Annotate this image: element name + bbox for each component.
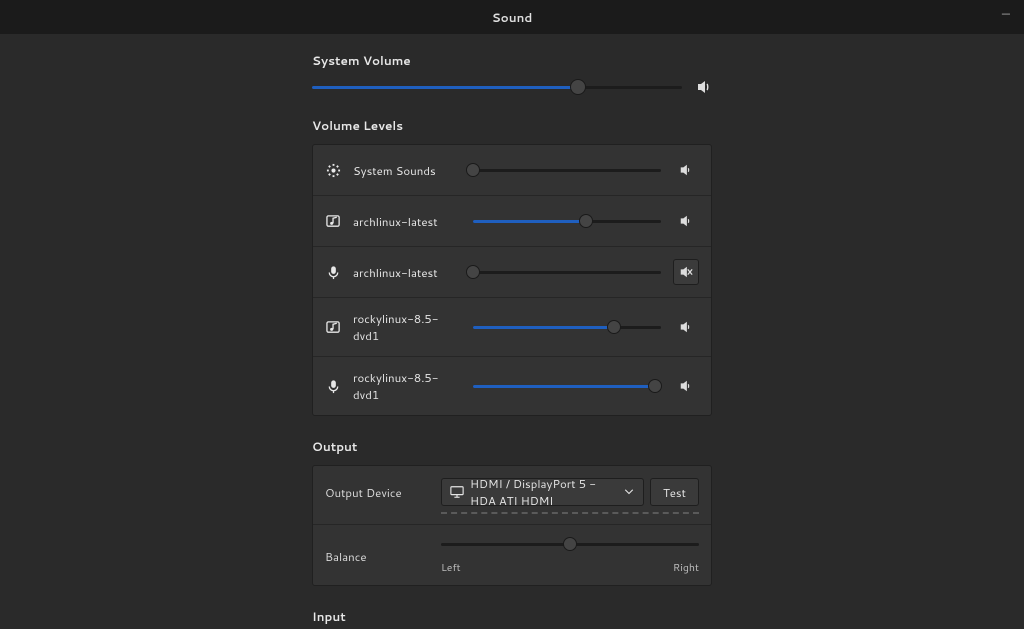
content-area: System Volume Volume Levels System Sound…	[0, 34, 1024, 629]
volume-level-row: rockylinux-8.5-dvd1	[313, 298, 711, 357]
test-button[interactable]: Test	[650, 478, 699, 506]
divider-dashed	[441, 512, 699, 514]
monitor-icon	[450, 485, 464, 499]
output-device-label: Output Device	[325, 478, 431, 501]
system-volume-slider[interactable]	[312, 80, 682, 94]
speaker-indicator[interactable]	[673, 157, 699, 183]
gear-icon	[325, 162, 341, 178]
volume-level-name: rockylinux-8.5-dvd1	[353, 369, 461, 403]
volume-level-name: archlinux-latest	[353, 213, 461, 230]
mute-toggle-button[interactable]	[673, 259, 699, 285]
volume-levels-heading: Volume Levels	[312, 117, 712, 134]
volume-level-name: rockylinux-8.5-dvd1	[353, 310, 461, 344]
media-icon	[325, 213, 341, 229]
volume-level-name: System Sounds	[353, 162, 461, 179]
volume-level-row: rockylinux-8.5-dvd1	[313, 357, 711, 415]
volume-level-slider[interactable]	[473, 379, 661, 393]
system-volume-heading: System Volume	[312, 52, 712, 69]
volume-level-slider[interactable]	[473, 163, 661, 177]
speaker-indicator[interactable]	[673, 373, 699, 399]
output-heading: Output	[312, 438, 712, 455]
titlebar[interactable]: Sound —	[0, 0, 1024, 34]
speaker-indicator[interactable]	[673, 314, 699, 340]
sound-settings-window: Sound — System Volume Volume Levels Syst…	[0, 0, 1024, 629]
balance-right-label: Right	[673, 561, 699, 575]
balance-left-label: Left	[441, 561, 461, 575]
media-icon	[325, 319, 341, 335]
speaker-indicator[interactable]	[673, 208, 699, 234]
speaker-icon[interactable]	[696, 79, 712, 95]
volume-level-name: archlinux-latest	[353, 264, 461, 281]
volume-level-row: archlinux-latest	[313, 196, 711, 247]
volume-level-slider[interactable]	[473, 320, 661, 334]
balance-label: Balance	[325, 548, 431, 565]
volume-levels-panel: System Sounds archlinux-latest archlinux-l…	[312, 144, 712, 416]
balance-slider[interactable]	[441, 537, 699, 551]
chevron-down-icon	[623, 486, 635, 498]
volume-level-row: archlinux-latest	[313, 247, 711, 298]
volume-level-row: System Sounds	[313, 145, 711, 196]
mic-icon	[325, 264, 341, 280]
window-title: Sound	[492, 9, 533, 26]
volume-level-slider[interactable]	[473, 214, 661, 228]
volume-level-slider[interactable]	[473, 265, 661, 279]
mic-icon	[325, 378, 341, 394]
output-panel: Output Device HDMI / DisplayPort 5 - HDA…	[312, 465, 712, 586]
output-device-value: HDMI / DisplayPort 5 - HDA ATI HDMI	[470, 475, 615, 509]
input-heading: Input	[312, 608, 712, 625]
output-device-select[interactable]: HDMI / DisplayPort 5 - HDA ATI HDMI	[441, 478, 644, 506]
